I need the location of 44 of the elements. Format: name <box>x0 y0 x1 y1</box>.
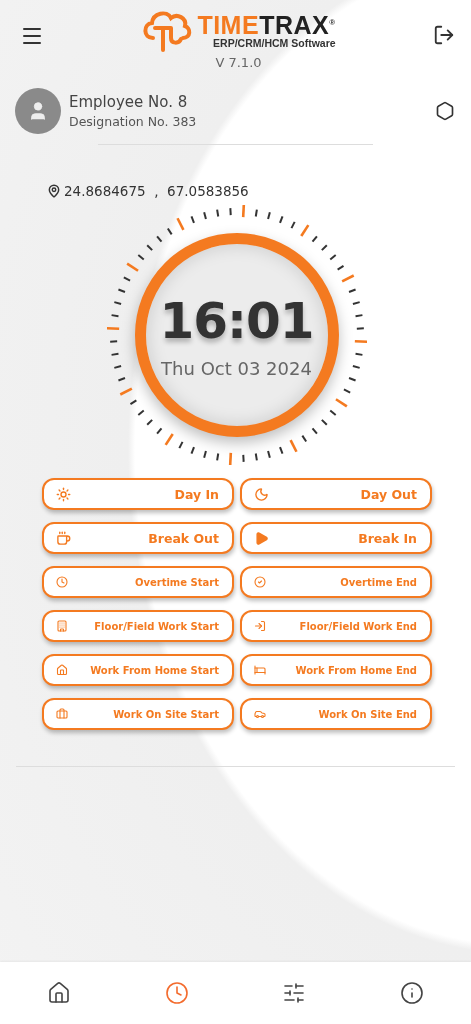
cloud-logo-icon <box>141 8 194 52</box>
attendance-button[interactable]: Floor/Field Work End <box>240 610 432 642</box>
attendance-button[interactable]: Day Out <box>240 478 432 510</box>
logout-button[interactable] <box>433 24 455 46</box>
avatar-icon <box>15 88 61 134</box>
info-icon <box>400 981 425 1005</box>
nav-tab[interactable] <box>282 981 307 1005</box>
sliders-icon <box>282 981 307 1005</box>
brand-name: TIMETRAX$^{®}$ <box>197 11 336 38</box>
clock-time: 16:01 <box>159 291 314 350</box>
employee-name: Employee No. 8 <box>69 93 189 111</box>
attendance-button[interactable]: Overtime End <box>240 566 432 598</box>
attendance-button[interactable]: Overtime Start <box>42 566 234 598</box>
nav-tab[interactable] <box>400 981 425 1005</box>
attendance-button[interactable]: Work On Site Start <box>42 698 234 730</box>
moon-icon <box>254 486 269 502</box>
briefcase-icon <box>56 708 68 720</box>
sun-icon <box>56 486 71 502</box>
attendance-button[interactable]: Day In <box>42 478 234 510</box>
cup-icon <box>56 530 71 546</box>
enter-icon <box>254 620 266 632</box>
employee-designation: Designation No. 383 <box>69 114 198 129</box>
app-version: V 7.1.0 <box>215 55 262 70</box>
brand-tagline: ERP/CRM/HCM Software <box>213 37 336 49</box>
nav-tab[interactable] <box>46 981 71 1005</box>
home-icon <box>46 981 71 1005</box>
bed-icon <box>254 664 266 676</box>
attendance-button[interactable]: Break Out <box>42 522 234 554</box>
building-icon <box>56 620 68 632</box>
attendance-button[interactable]: Work From Home Start <box>42 654 234 686</box>
attendance-button[interactable]: Floor/Field Work Start <box>42 610 234 642</box>
clock-date: Thu Oct 03 2024 <box>161 357 312 379</box>
attendance-button[interactable]: Work On Site End <box>240 698 432 730</box>
attendance-button[interactable]: Work From Home End <box>240 654 432 686</box>
clock-icon <box>164 981 189 1005</box>
location-pin-icon <box>47 184 61 198</box>
attendance-button[interactable]: Break In <box>240 522 432 554</box>
clock-icon <box>56 576 68 588</box>
check-circle-icon <box>254 576 266 588</box>
settings-button[interactable] <box>435 101 455 121</box>
location-coordinates: 24.8684675 , 67.0583856 <box>64 183 249 199</box>
play-icon <box>254 530 269 546</box>
house-icon <box>56 664 68 676</box>
car-icon <box>254 708 266 720</box>
